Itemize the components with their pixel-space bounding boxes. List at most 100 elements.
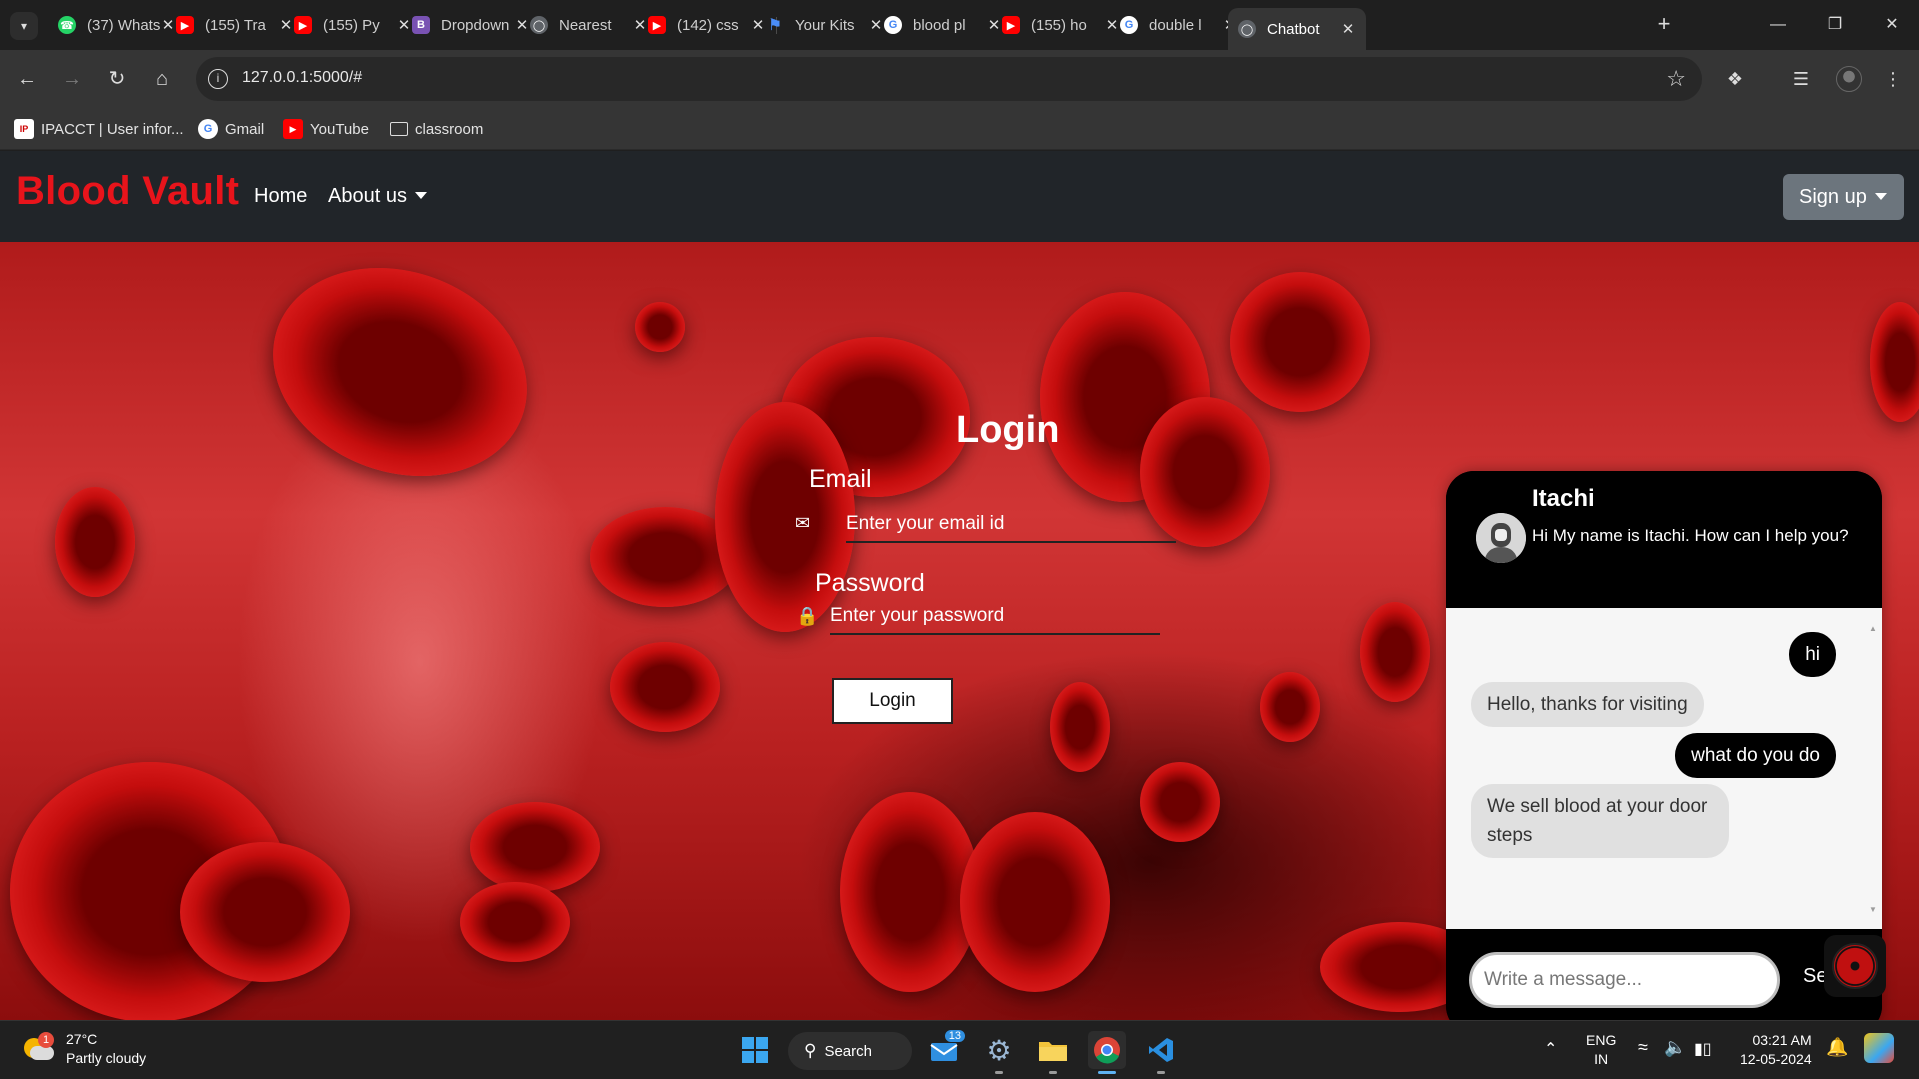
copilot-icon[interactable]: [1864, 1033, 1894, 1063]
chatbot-name: Itachi: [1532, 485, 1595, 512]
tab-title: (142) css: [677, 16, 739, 34]
close-icon: ✕: [1885, 16, 1899, 33]
bookmark-classroom[interactable]: classroom: [390, 118, 483, 140]
tab-title: Dropdown: [441, 16, 510, 34]
windows-taskbar: 1 27°C Partly cloudy ⚲ Search 13 ⚙ ⌃ ENG…: [0, 1020, 1919, 1079]
taskbar-mail[interactable]: 13: [926, 1029, 966, 1069]
taskbar-chrome[interactable]: [1088, 1031, 1126, 1074]
home-button[interactable]: ⌂: [147, 64, 177, 94]
tab-title: Nearest: [559, 16, 612, 34]
back-button[interactable]: ←: [12, 64, 42, 94]
youtube-icon: ▶: [283, 119, 303, 139]
login-title: Login: [956, 409, 1060, 451]
volume-icon[interactable]: 🔈: [1664, 1037, 1686, 1058]
web-page: Blood Vault Home About us Sign up Login …: [0, 151, 1919, 1020]
signup-dropdown-button[interactable]: Sign up: [1783, 174, 1904, 220]
folder-icon: [1039, 1042, 1067, 1061]
battery-icon[interactable]: ▮▯: [1694, 1039, 1712, 1059]
arrow-right-icon: →: [62, 68, 82, 90]
blood-cell-image: [243, 242, 557, 511]
clock-time: 03:21 AM: [1752, 1032, 1812, 1048]
vscode-icon: [1149, 1038, 1173, 1062]
globe-icon: ◯: [530, 16, 548, 34]
site-info-icon[interactable]: i: [208, 69, 228, 89]
bookmark-ipacct[interactable]: IP IPACCT | User infor...: [14, 118, 184, 140]
nav-about-label: About us: [328, 185, 407, 207]
chatbot-toggle-button[interactable]: [1824, 935, 1886, 997]
search-icon: ⚲: [804, 1041, 817, 1060]
gear-icon: ⚙: [986, 1034, 1012, 1066]
nav-about-dropdown[interactable]: About us: [328, 185, 427, 208]
menu-kebab-icon[interactable]: ⋮: [1878, 64, 1908, 94]
chat-messages[interactable]: hi Hello, thanks for visiting what do yo…: [1446, 608, 1882, 929]
minimize-button[interactable]: —: [1758, 10, 1798, 40]
signup-label: Sign up: [1799, 186, 1867, 208]
taskbar-file-explorer[interactable]: [1034, 1031, 1072, 1074]
bookmark-label: YouTube: [310, 120, 369, 138]
url-text[interactable]: 127.0.0.1:5000/#: [242, 69, 362, 87]
email-field-wrap: [846, 509, 1176, 543]
new-tab-button[interactable]: +: [1652, 13, 1676, 37]
partly-cloudy-icon: 1: [22, 1032, 54, 1062]
bootstrap-icon: B: [412, 16, 430, 34]
address-bar[interactable]: i 127.0.0.1:5000/# ☆: [196, 57, 1702, 101]
scroll-down-icon[interactable]: ▼: [1869, 905, 1877, 914]
minimize-icon: —: [1770, 16, 1786, 33]
chevron-up-icon[interactable]: ⌃: [1544, 1039, 1557, 1059]
chat-scrollbar[interactable]: ▲ ▼: [1868, 624, 1878, 914]
password-input[interactable]: [830, 601, 1160, 631]
tab-search-button[interactable]: ▾: [10, 12, 38, 40]
tab-title: Chatbot: [1267, 20, 1320, 38]
weather-widget[interactable]: 1 27°C Partly cloudy: [22, 1030, 146, 1068]
weather-condition: Partly cloudy: [66, 1050, 147, 1066]
plus-icon: +: [1657, 11, 1671, 36]
bell-icon[interactable]: 🔔: [1826, 1037, 1848, 1058]
close-icon[interactable]: ✕: [1340, 20, 1356, 38]
caret-down-icon: [414, 192, 427, 199]
chatbot-greeting: Hi My name is Itachi. How can I help you…: [1532, 526, 1849, 545]
restore-button[interactable]: ❐: [1815, 10, 1855, 40]
clock[interactable]: 03:21 AM 12-05-2024: [1740, 1031, 1812, 1069]
start-button[interactable]: [736, 1031, 774, 1069]
person-icon: [1476, 513, 1526, 563]
bookmark-youtube[interactable]: ▶ YouTube: [283, 118, 369, 140]
chat-message-user: what do you do: [1675, 733, 1836, 778]
bookmark-star-icon[interactable]: ☆: [1666, 66, 1686, 92]
blood-cell-image: [610, 642, 720, 732]
youtube-icon: ▶: [294, 16, 312, 34]
weather-temp: 27°C: [66, 1031, 98, 1047]
taskbar-settings[interactable]: ⚙: [980, 1031, 1018, 1074]
email-input[interactable]: [846, 509, 1176, 539]
blood-cell-image: [840, 792, 980, 992]
tab-chatbot[interactable]: ◯ Chatbot ✕: [1228, 8, 1366, 50]
profile-avatar[interactable]: [1836, 66, 1862, 92]
youtube-icon: ▶: [176, 16, 194, 34]
blood-cell-image: [180, 842, 350, 982]
language-indicator[interactable]: ENG IN: [1586, 1031, 1616, 1069]
login-button[interactable]: Login: [832, 678, 953, 724]
wifi-icon[interactable]: ≈: [1638, 1037, 1648, 1058]
nav-home-link[interactable]: Home: [254, 185, 307, 208]
bookmark-label: Gmail: [225, 120, 265, 138]
browser-toolbar: ← → ↻ ⌂ i 127.0.0.1:5000/# ☆ ❖ ☰ ⋮: [0, 50, 1919, 108]
chat-message-bot: We sell blood at your door steps: [1471, 784, 1729, 858]
tab-title: (155) Py: [323, 16, 380, 34]
blood-cell-image: [1140, 762, 1220, 842]
reload-button[interactable]: ↻: [102, 64, 132, 94]
forward-button[interactable]: →: [57, 64, 87, 94]
close-window-button[interactable]: ✕: [1872, 10, 1912, 40]
bookmark-label: classroom: [415, 120, 484, 138]
bookmark-gmail[interactable]: G Gmail: [198, 118, 264, 140]
scroll-up-icon[interactable]: ▲: [1869, 624, 1877, 633]
extensions-icon[interactable]: ❖: [1720, 64, 1750, 94]
tab-title: (37) WhatsApp: [87, 16, 160, 34]
google-icon: G: [884, 16, 902, 34]
taskbar-search[interactable]: ⚲ Search: [788, 1032, 912, 1070]
blood-cell-image: [1260, 672, 1320, 742]
chat-message-input[interactable]: [1469, 952, 1780, 1008]
caret-down-icon: [1874, 193, 1887, 200]
taskbar-vscode[interactable]: [1142, 1031, 1180, 1074]
media-controls-icon[interactable]: ☰: [1786, 64, 1816, 94]
brand-logo[interactable]: Blood Vault: [16, 169, 239, 214]
envelope-icon: ✉: [795, 513, 811, 533]
